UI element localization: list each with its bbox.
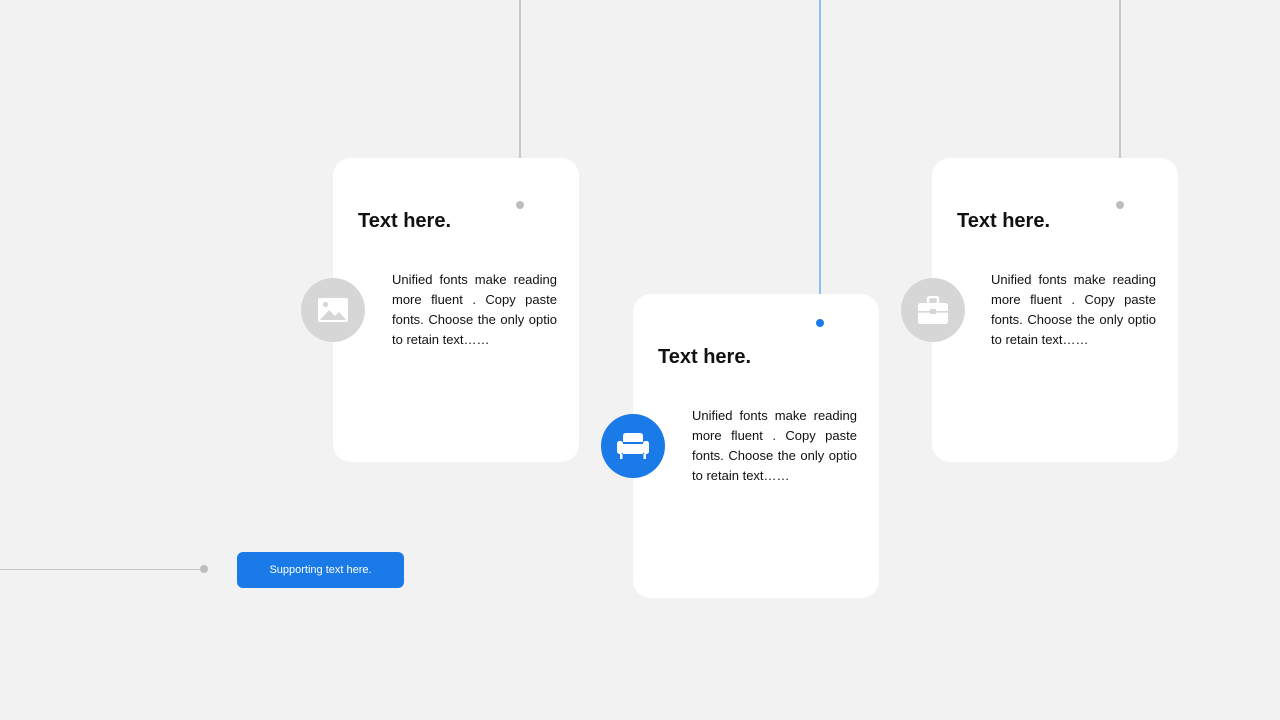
horizontal-connector-dot (200, 565, 208, 573)
card-body-text: Unified fonts make reading more fluent .… (392, 272, 557, 347)
card-body-text: Unified fonts make reading more fluent .… (991, 272, 1156, 347)
card-body-text: Unified fonts make reading more fluent .… (692, 408, 857, 483)
info-card-3: Text here. Unified fonts make reading mo… (932, 158, 1178, 462)
card-title: Text here. (957, 210, 1050, 232)
supporting-text-button[interactable]: Supporting text here. (237, 552, 404, 588)
card-title: Text here. (358, 210, 451, 232)
info-card-2: Text here. Unified fonts make reading mo… (633, 294, 879, 598)
horizontal-connector-line (0, 569, 204, 570)
connector-dot-2-top (816, 319, 824, 327)
briefcase-icon (901, 278, 965, 342)
connector-dot-1-top (516, 201, 524, 209)
connector-line-2 (819, 0, 821, 322)
image-icon (301, 278, 365, 342)
info-card-1: Text here. Unified fonts make reading mo… (333, 158, 579, 462)
sofa-icon (601, 414, 665, 478)
card-title: Text here. (658, 346, 751, 368)
connector-dot-3-top (1116, 201, 1124, 209)
